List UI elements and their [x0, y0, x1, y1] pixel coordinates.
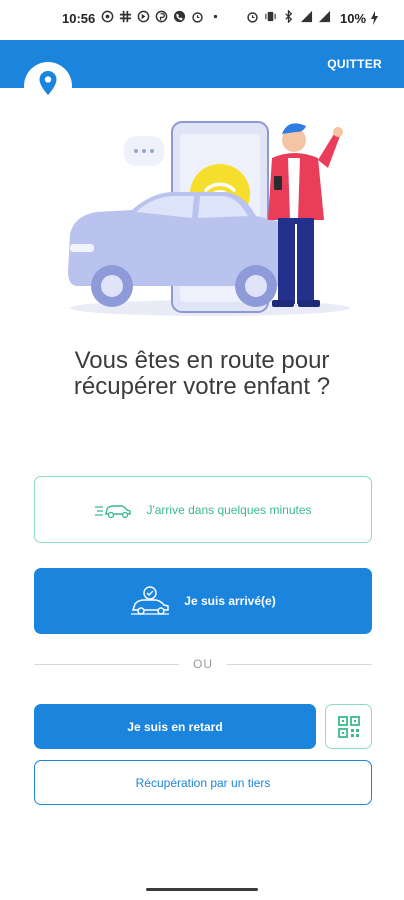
wifi-icon	[318, 10, 331, 23]
battery-level: 10%	[340, 11, 367, 26]
pinterest-icon	[155, 10, 168, 23]
notification-icons	[101, 10, 222, 23]
bluetooth-icon	[285, 10, 293, 23]
moving-car-icon	[94, 501, 132, 519]
or-divider: OU	[34, 656, 372, 672]
car-check-icon	[130, 586, 170, 616]
arrived-button[interactable]: Je suis arrivé(e)	[34, 568, 372, 634]
system-icons	[246, 10, 331, 23]
signal-icon	[300, 10, 313, 23]
battery-charging-icon	[371, 11, 378, 25]
car-parent-illustration	[68, 121, 350, 316]
slack-icon	[119, 10, 132, 23]
dot-icon	[213, 14, 218, 19]
status-bar: 10:56 10%	[0, 0, 404, 40]
location-pin-icon	[39, 71, 57, 95]
qr-code-icon	[337, 715, 360, 738]
qr-code-button[interactable]	[325, 704, 372, 749]
whatsapp-icon	[101, 10, 114, 23]
status-time: 10:56	[62, 11, 96, 26]
app-icon	[137, 10, 150, 23]
third-party-pickup-label: Récupération par un tiers	[135, 775, 271, 790]
arrived-label: Je suis arrivé(e)	[184, 594, 276, 608]
or-label: OU	[193, 657, 213, 671]
vibrate-icon	[265, 11, 276, 22]
arriving-soon-label: J'arrive dans quelques minutes	[146, 502, 312, 517]
page-title: Vous êtes en route pour récupérer votre …	[73, 347, 331, 400]
quit-button[interactable]: QUITTER	[327, 57, 382, 71]
third-party-pickup-button[interactable]: Récupération par un tiers	[34, 760, 372, 805]
divider-line-right	[227, 663, 372, 665]
late-button[interactable]: Je suis en retard	[34, 704, 316, 749]
home-indicator[interactable]	[146, 888, 258, 891]
alarm-icon	[192, 12, 203, 23]
alarm-icon	[247, 12, 258, 23]
phone-icon	[173, 10, 186, 23]
divider-line-left	[34, 663, 179, 665]
arriving-soon-button[interactable]: J'arrive dans quelques minutes	[34, 476, 372, 543]
late-label: Je suis en retard	[127, 719, 223, 734]
